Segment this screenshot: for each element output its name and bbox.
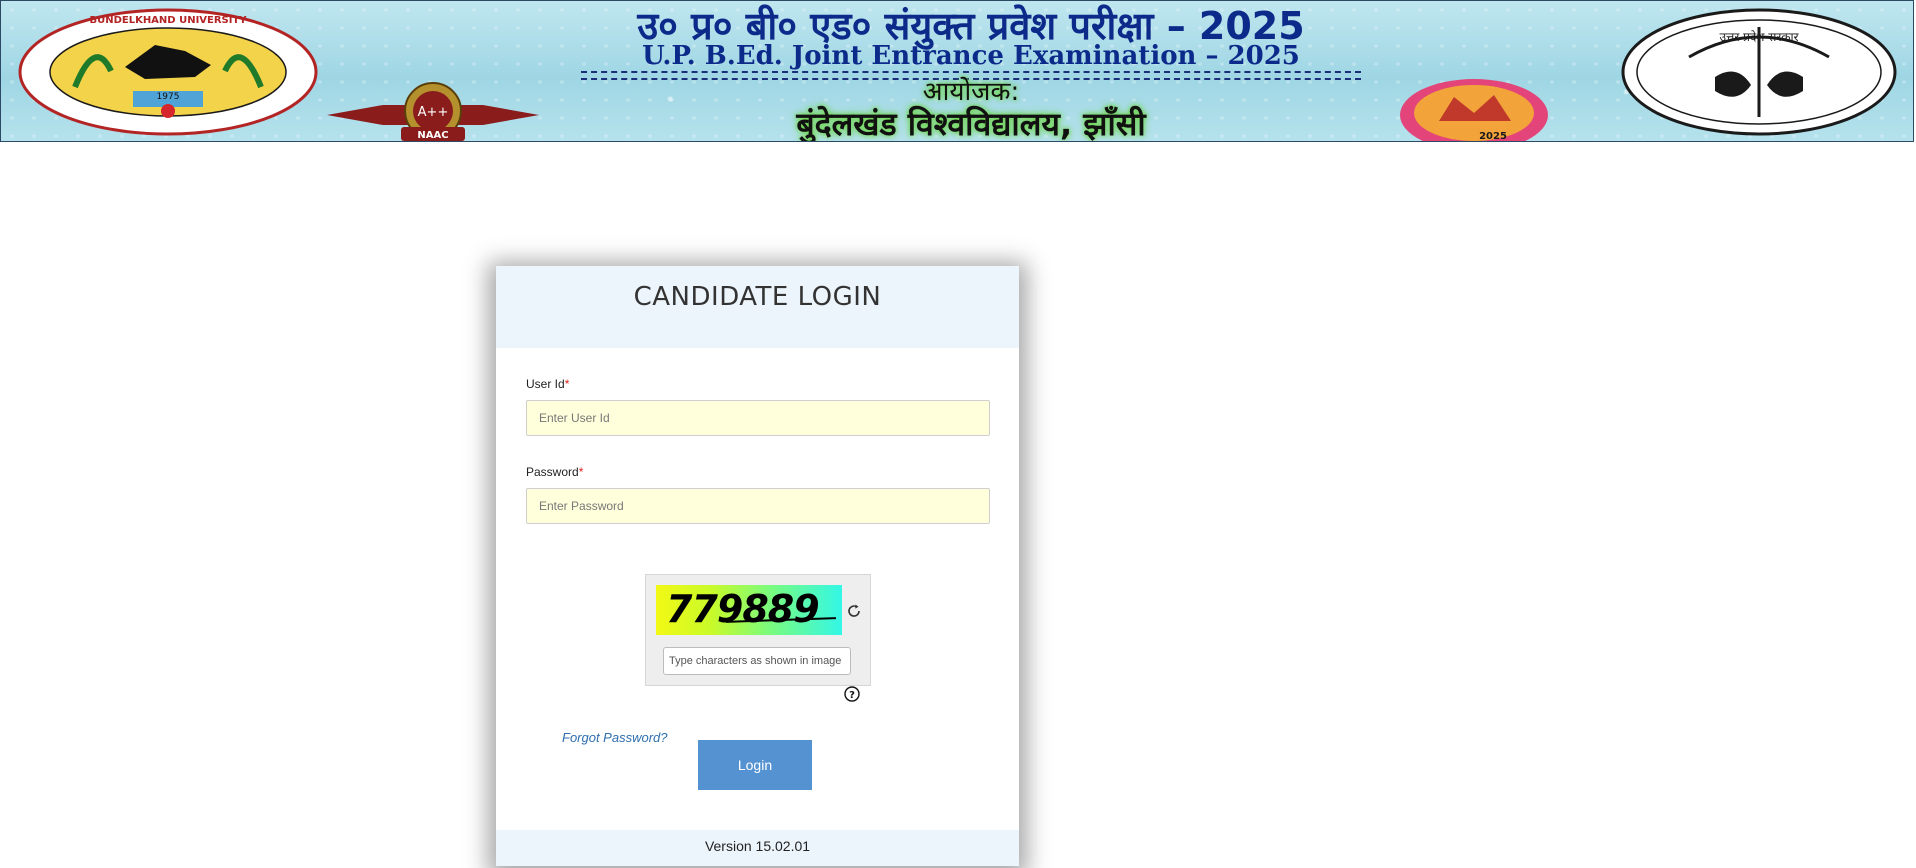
help-icon[interactable]: ? [844,686,860,702]
captcha-input[interactable] [663,647,851,675]
banner-university-name: बुंदेलखंड विश्वविद्यालय, झाँसी [796,105,1146,142]
banner-title-english: U.P. B.Ed. Joint Entrance Examination – … [642,41,1300,71]
login-title: CANDIDATE LOGIN [633,282,882,312]
banner-organiser-label: आयोजक: [922,77,1020,107]
svg-text:BUNDELKHAND UNIVERSITY: BUNDELKHAND UNIVERSITY [89,15,247,26]
header-banner: 1975 BUNDELKHAND UNIVERSITY A++ NAAC 202… [0,0,1914,142]
required-mark: * [564,377,570,391]
university-seal-icon: 1975 BUNDELKHAND UNIVERSITY [18,8,318,136]
svg-text:1975: 1975 [157,92,180,102]
user-id-input[interactable] [526,400,990,436]
captcha-panel: 779889 [645,574,871,686]
version-text: Version 15.02.01 [704,838,811,854]
captcha-text: 779889 [666,587,820,631]
user-id-label: User Id* [526,377,570,391]
required-mark: * [578,465,584,479]
password-label: Password* [526,465,584,479]
captcha-image: 779889 [656,585,842,635]
login-button[interactable]: Login [698,740,812,790]
refresh-icon[interactable] [846,603,862,619]
svg-text:उत्तर प्रदेश सरकार: उत्तर प्रदेश सरकार [1719,30,1799,44]
svg-text:?: ? [849,690,855,701]
password-input[interactable] [526,488,990,524]
forgot-password-link[interactable]: Forgot Password? [562,730,668,745]
login-card: CANDIDATE LOGIN User Id* Password* 77988… [496,266,1019,866]
up-government-emblem-icon: उत्तर प्रदेश सरकार [1621,8,1897,136]
